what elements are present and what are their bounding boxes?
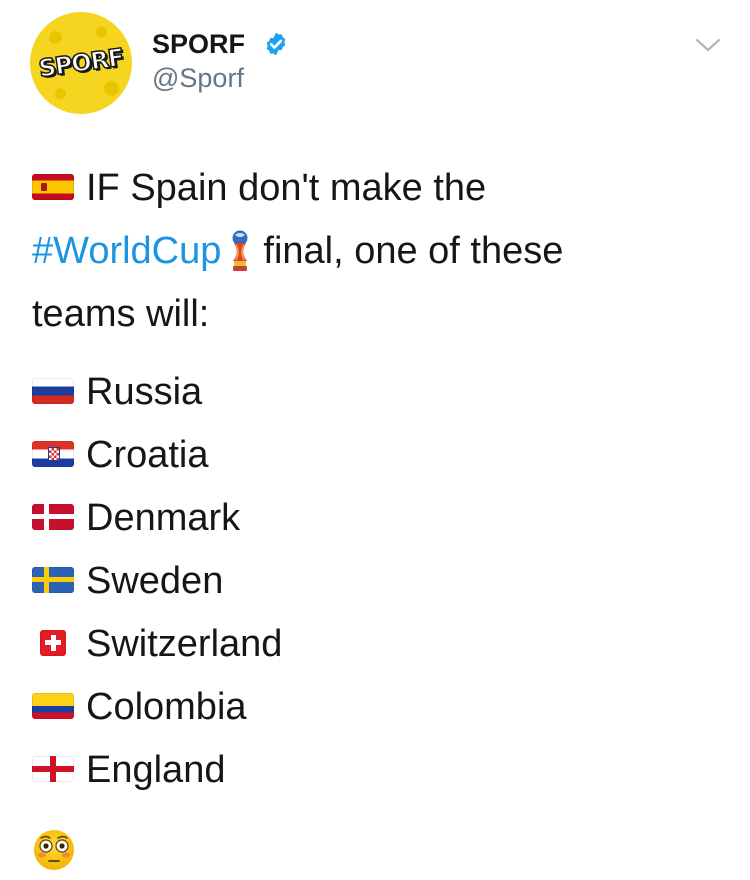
list-item: Denmark	[32, 496, 240, 540]
team-name: Colombia	[86, 686, 247, 728]
england-flag-icon	[32, 755, 74, 782]
list-item: Sweden	[32, 559, 223, 603]
team-name: Switzerland	[86, 623, 283, 665]
team-name: Denmark	[86, 497, 241, 539]
denmark-flag-icon	[32, 503, 74, 530]
tweet-card: SPORF SPORF @Sporf IF Spain don't make t…	[0, 0, 750, 880]
tweet-line-2: #WorldCup final, one of these	[32, 229, 563, 275]
tweet-line-3: teams will:	[32, 293, 210, 335]
world-cup-trophy-icon	[232, 230, 248, 271]
switzerland-flag-icon	[40, 629, 66, 656]
tweet-text-intro: IF Spain don't make the	[86, 167, 487, 209]
flushed-face-emoji	[34, 830, 74, 870]
tweet-line-1: IF Spain don't make the	[32, 166, 486, 210]
list-item: Russia	[32, 370, 202, 414]
team-name: Croatia	[86, 434, 209, 476]
list-item: Colombia	[32, 685, 247, 729]
sweden-flag-icon	[32, 566, 74, 593]
verified-badge-icon	[266, 32, 286, 56]
avatar[interactable]: SPORF	[30, 12, 132, 114]
display-name[interactable]: SPORF	[152, 28, 245, 60]
list-item: England	[32, 748, 225, 792]
team-name: Sweden	[86, 560, 224, 602]
tweet-text-continued: final, one of these	[263, 230, 564, 272]
russia-flag-icon	[32, 377, 74, 404]
team-name: England	[86, 749, 226, 791]
chevron-down-icon[interactable]	[694, 36, 722, 54]
spain-flag-icon	[32, 173, 74, 200]
hashtag-link[interactable]: #WorldCup	[32, 230, 221, 272]
list-item: Croatia	[32, 433, 209, 477]
list-item: Switzerland	[32, 622, 282, 666]
croatia-flag-icon	[32, 440, 74, 467]
colombia-flag-icon	[32, 692, 74, 719]
team-name: Russia	[86, 371, 203, 413]
user-handle[interactable]: @Sporf	[152, 62, 244, 94]
